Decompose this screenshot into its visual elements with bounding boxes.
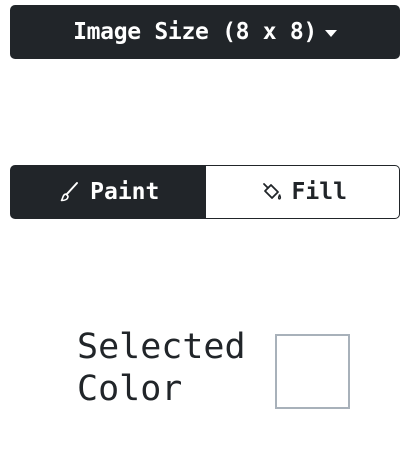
selected-color-swatch[interactable]	[275, 334, 350, 409]
fill-tool-button[interactable]: Fill	[205, 165, 400, 219]
image-size-dropdown[interactable]: Image Size (8 x 8)	[10, 5, 400, 59]
paint-tool-button[interactable]: Paint	[10, 165, 206, 219]
tool-toggle-group: Paint Fill	[10, 165, 400, 219]
paint-bucket-icon	[258, 179, 284, 205]
fill-tool-label: Fill	[291, 179, 347, 205]
paint-tool-label: Paint	[90, 179, 160, 205]
selected-color-label: Selected Color	[77, 327, 246, 409]
image-size-label: Image Size (8 x 8)	[73, 19, 317, 45]
caret-down-icon	[324, 29, 337, 37]
brush-icon	[56, 179, 82, 205]
